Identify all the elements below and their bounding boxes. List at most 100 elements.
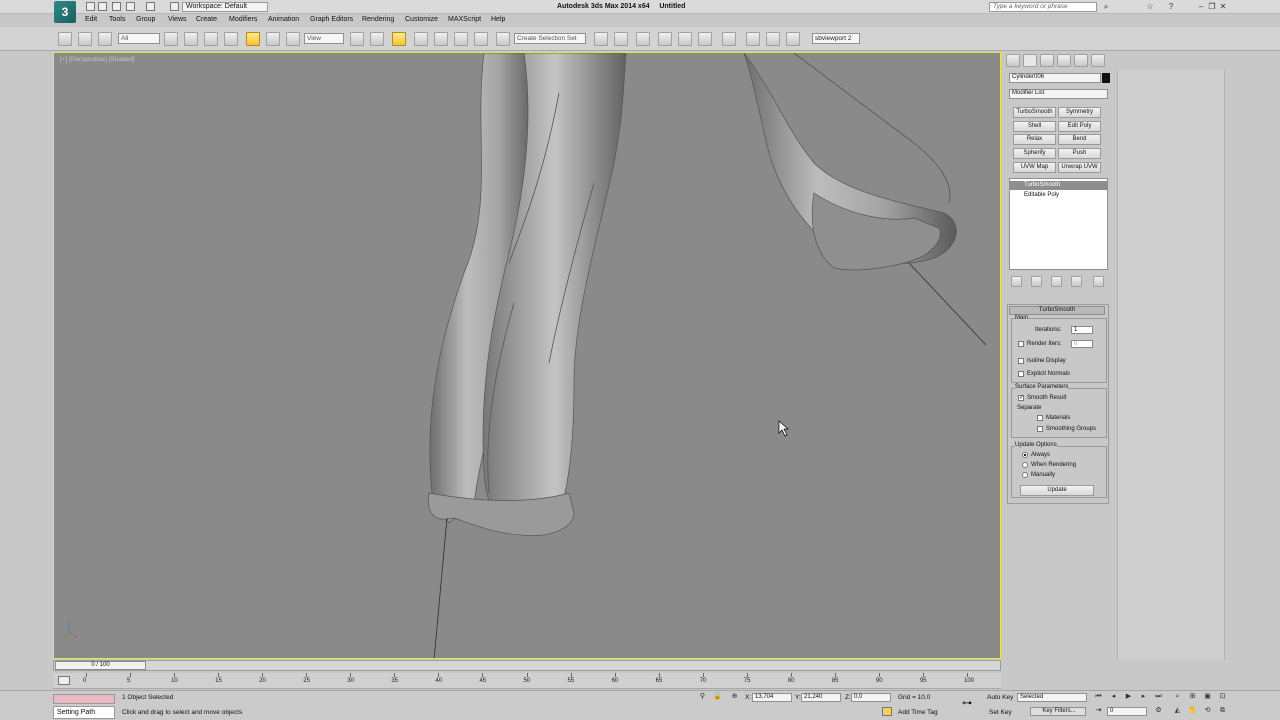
pivot-center-icon[interactable] bbox=[350, 32, 364, 46]
zoom-all-icon[interactable]: ⊞ bbox=[1187, 692, 1198, 702]
render-setup-icon[interactable] bbox=[746, 32, 760, 46]
rendered-frame-window-icon[interactable] bbox=[766, 32, 780, 46]
maximize-icon[interactable]: ❐ bbox=[1207, 2, 1217, 12]
modify-tab-icon[interactable] bbox=[1023, 54, 1037, 67]
go-to-end-icon[interactable]: ⏭ bbox=[1153, 692, 1164, 702]
zoom-extents-icon[interactable]: ▣ bbox=[1202, 692, 1213, 702]
isoline-display-checkbox[interactable] bbox=[1018, 358, 1024, 364]
select-and-move-icon[interactable] bbox=[246, 32, 260, 46]
help-search-input[interactable]: Type a keyword or phrase bbox=[989, 2, 1097, 12]
bind-spacewarp-icon[interactable] bbox=[98, 32, 112, 46]
menu-create[interactable]: Create bbox=[196, 16, 217, 23]
pan-view-icon[interactable]: ✋ bbox=[1187, 706, 1198, 716]
track-bar[interactable]: 0 5 10 15 20 25 30 35 40 45 50 55 60 65 70 75 80 85 90 95 10… bbox=[53, 673, 1001, 689]
key-mode-toggle-icon[interactable]: ⇥ bbox=[1093, 706, 1104, 716]
set-key-button[interactable]: Set Key bbox=[989, 709, 1012, 716]
smoothing-groups-checkbox[interactable] bbox=[1037, 426, 1043, 432]
star-icon[interactable]: ☆ bbox=[1145, 2, 1155, 12]
menu-customize[interactable]: Customize bbox=[405, 16, 438, 23]
go-to-start-icon[interactable]: ⏮ bbox=[1093, 692, 1104, 702]
modifier-button-turbosmooth[interactable]: TurboSmooth bbox=[1013, 107, 1056, 118]
undo-icon[interactable] bbox=[126, 2, 135, 11]
display-tab-icon[interactable] bbox=[1074, 54, 1088, 67]
edit-named-selection-icon[interactable] bbox=[496, 32, 510, 46]
snaps-toggle-icon[interactable] bbox=[414, 32, 428, 46]
key-icon[interactable]: ⊶ bbox=[962, 699, 980, 709]
menu-rendering[interactable]: Rendering bbox=[362, 16, 394, 23]
remove-modifier-icon[interactable] bbox=[1071, 276, 1082, 287]
object-color-swatch[interactable] bbox=[1102, 73, 1110, 83]
app-logo[interactable]: 3 bbox=[54, 1, 76, 23]
maxscript-listener-mini[interactable] bbox=[53, 694, 115, 704]
unlink-icon[interactable] bbox=[78, 32, 92, 46]
play-icon[interactable]: ▶ bbox=[1123, 692, 1134, 702]
layer-manager-icon[interactable] bbox=[636, 32, 650, 46]
menu-edit[interactable]: Edit bbox=[85, 16, 97, 23]
key-mode-dropdown[interactable]: Selected bbox=[1017, 693, 1087, 702]
iterations-spinner[interactable]: 1 bbox=[1071, 326, 1093, 334]
menu-graph-editors[interactable]: Graph Editors bbox=[310, 16, 353, 23]
isolate-selection-icon[interactable]: ⚲ bbox=[697, 692, 708, 702]
make-unique-icon[interactable] bbox=[1051, 276, 1062, 287]
modifier-button-spherify[interactable]: Spherify bbox=[1013, 148, 1056, 159]
minimize-icon[interactable]: – bbox=[1196, 2, 1206, 12]
x-coordinate-field[interactable]: 13,704 bbox=[752, 693, 792, 702]
utilities-tab-icon[interactable] bbox=[1091, 54, 1105, 67]
add-time-tag[interactable]: Add Time Tag bbox=[898, 709, 938, 716]
modifier-button-unwrap-uvw[interactable]: Unwrap UVW bbox=[1058, 162, 1101, 173]
motion-tab-icon[interactable] bbox=[1057, 54, 1071, 67]
next-frame-icon[interactable]: ▸ bbox=[1138, 692, 1149, 702]
modifier-button-relax[interactable]: Relax bbox=[1013, 134, 1056, 145]
auto-key-button[interactable]: Auto Key bbox=[987, 694, 1013, 701]
selection-filter-dropdown[interactable]: All bbox=[118, 33, 160, 44]
select-object-icon[interactable] bbox=[164, 32, 178, 46]
show-end-result-icon[interactable] bbox=[1031, 276, 1042, 287]
percent-snap-icon[interactable] bbox=[454, 32, 468, 46]
modifier-button-uvw-map[interactable]: UVW Map bbox=[1013, 162, 1056, 173]
align-icon[interactable] bbox=[614, 32, 628, 46]
viewport-label-field[interactable]: sbviewport 2 bbox=[812, 33, 860, 44]
render-iters-checkbox[interactable] bbox=[1018, 341, 1024, 347]
trackbar-toggle-icon[interactable] bbox=[58, 676, 70, 685]
menu-views[interactable]: Views bbox=[168, 16, 187, 23]
menu-animation[interactable]: Animation bbox=[268, 16, 299, 23]
schematic-view-icon[interactable] bbox=[698, 32, 712, 46]
curve-editor-icon[interactable] bbox=[678, 32, 692, 46]
z-coordinate-field[interactable]: 0,0 bbox=[851, 693, 891, 702]
key-filters-button[interactable]: Key Filters... bbox=[1030, 707, 1086, 716]
selection-region-icon[interactable] bbox=[204, 32, 218, 46]
spinner-snap-icon[interactable] bbox=[474, 32, 488, 46]
modifier-button-edit-poly[interactable]: Edit Poly bbox=[1058, 121, 1101, 132]
manually-radio[interactable] bbox=[1022, 472, 1028, 478]
keyboard-shortcut-override-icon[interactable] bbox=[392, 32, 406, 46]
graphite-toggle-icon[interactable] bbox=[658, 32, 672, 46]
always-radio[interactable] bbox=[1022, 452, 1028, 458]
orbit-icon[interactable]: ⟲ bbox=[1202, 706, 1213, 716]
menu-modifiers[interactable]: Modifiers bbox=[229, 16, 257, 23]
zoom-icon[interactable]: ⌕ bbox=[1172, 692, 1183, 702]
help-icon[interactable]: ? bbox=[1166, 2, 1176, 12]
configure-modifier-sets-icon[interactable] bbox=[1093, 276, 1104, 287]
named-selection-dropdown[interactable]: Create Selection Set bbox=[514, 33, 586, 44]
window-crossing-icon[interactable] bbox=[224, 32, 238, 46]
search-icon[interactable]: ⌕ bbox=[1101, 2, 1111, 12]
modifier-button-push[interactable]: Push bbox=[1058, 148, 1101, 159]
select-and-scale-icon[interactable] bbox=[286, 32, 300, 46]
maximize-viewport-icon[interactable]: ⧉ bbox=[1217, 706, 1228, 716]
create-tab-icon[interactable] bbox=[1006, 54, 1020, 67]
project-folder-icon[interactable] bbox=[170, 2, 179, 11]
field-of-view-icon[interactable]: ◭ bbox=[1172, 706, 1183, 716]
material-editor-icon[interactable] bbox=[722, 32, 736, 46]
menu-help[interactable]: Help bbox=[491, 16, 505, 23]
stack-item-editable-poly[interactable]: Editable Poly bbox=[1010, 191, 1107, 200]
render-production-icon[interactable] bbox=[786, 32, 800, 46]
smooth-result-checkbox[interactable]: ✓ bbox=[1018, 395, 1024, 401]
hierarchy-tab-icon[interactable] bbox=[1040, 54, 1054, 67]
new-file-icon[interactable] bbox=[86, 2, 95, 11]
reference-coordinate-dropdown[interactable]: View bbox=[304, 33, 344, 44]
open-file-icon[interactable] bbox=[98, 2, 107, 11]
render-iters-spinner[interactable]: 0 bbox=[1071, 340, 1093, 348]
menu-maxscript[interactable]: MAXScript bbox=[448, 16, 481, 23]
modifier-list-dropdown[interactable]: Modifier List bbox=[1009, 89, 1108, 99]
save-icon[interactable] bbox=[112, 2, 121, 11]
